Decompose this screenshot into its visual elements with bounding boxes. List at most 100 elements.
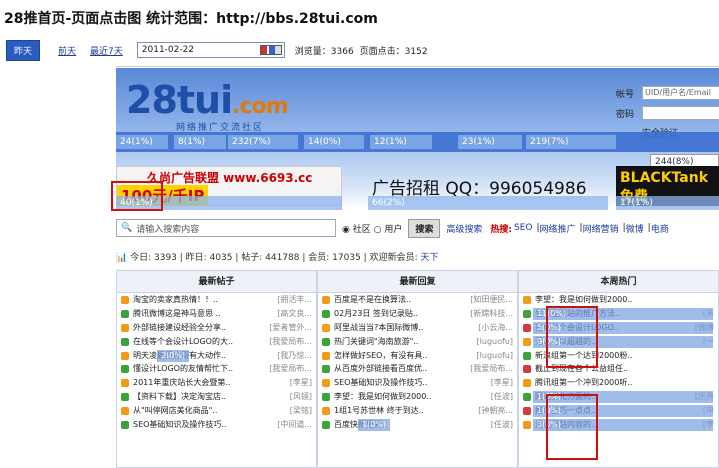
topic-icon bbox=[523, 295, 531, 304]
topic-title[interactable]: 2011年重庆站长大会暨第.. bbox=[133, 376, 290, 390]
topic-icon bbox=[322, 337, 330, 346]
topic-icon bbox=[121, 365, 129, 374]
list-item[interactable]: 腾讯微博这是神马意思 .. [高文良... bbox=[117, 307, 316, 321]
topic-title[interactable]: 热门关键词"海南旅游".. bbox=[334, 335, 477, 349]
list-item[interactable]: 阿里战当当?本国际微博.. [小云海... bbox=[318, 321, 517, 335]
topic-title[interactable]: 淘宝的卖家真热情！！.. bbox=[133, 293, 277, 307]
topic-title[interactable]: 腾讯微博这是神马意思 .. bbox=[133, 307, 277, 321]
password-input[interactable] bbox=[642, 106, 719, 120]
search-input[interactable]: 🔍 请输入搜索内容 bbox=[116, 219, 336, 237]
topic-author[interactable]: [我乃惊... bbox=[277, 349, 312, 363]
column-title: 本周热门 bbox=[519, 271, 718, 293]
scope-user-radio[interactable]: ○ 用户 bbox=[374, 222, 403, 235]
topic-title[interactable]: 怎样做好SEO，有没有具.. bbox=[334, 349, 477, 363]
topic-title[interactable]: 02月23日 签到记录贴.. bbox=[334, 307, 470, 321]
topic-author[interactable]: [李星] bbox=[491, 376, 513, 390]
list-item[interactable]: 怎样做好SEO，有没有具.. [luguofu] bbox=[318, 349, 517, 363]
date-picker[interactable]: 2011-02-22 bbox=[136, 42, 285, 58]
account-input[interactable]: UID/用户名/Email bbox=[642, 86, 719, 100]
list-item[interactable]: 百度快照更新..[任波]1(0%) bbox=[318, 418, 517, 432]
topic-title[interactable]: 1组1号苏世林 终于到达.. bbox=[334, 404, 478, 418]
topic-title[interactable]: SEO基础知识及操作技巧.. bbox=[334, 376, 491, 390]
topic-author[interactable]: [我爱局布... bbox=[269, 362, 312, 376]
topic-author[interactable]: [风镜] bbox=[290, 390, 312, 404]
topic-title[interactable]: 百度是不是在换算法.. bbox=[334, 293, 470, 307]
topic-icon bbox=[523, 309, 531, 318]
list-item[interactable]: 明天凌晨百度哥有大动作..[我乃惊... 2(0%) bbox=[117, 349, 316, 363]
topic-author[interactable]: [luguofu] bbox=[477, 335, 513, 349]
topic-author[interactable]: [我爱局布... bbox=[470, 362, 513, 376]
hot-item[interactable]: SEO bbox=[514, 223, 532, 233]
topic-title[interactable]: 李望：我是如何做到2000.. bbox=[535, 293, 714, 307]
topic-author[interactable]: [任波] bbox=[491, 390, 513, 404]
topic-author[interactable]: [爱者管外... bbox=[269, 321, 312, 335]
topic-author[interactable]: [新嫦科技... bbox=[470, 307, 513, 321]
topic-author[interactable]: [我爱局布... bbox=[269, 335, 312, 349]
topic-title[interactable]: 阿里战当当?本国际微博.. bbox=[334, 321, 478, 335]
list-item[interactable]: 外部链接建设经验全分享.. [爱者管外... bbox=[117, 321, 316, 335]
topic-author[interactable]: [知田便民... bbox=[470, 293, 513, 307]
topic-title[interactable]: SEO基础知识及操作技巧.. bbox=[133, 418, 277, 432]
topic-author[interactable]: [李星] bbox=[290, 376, 312, 390]
topic-title[interactable]: 在线等个会设计LOGO的大.. bbox=[133, 335, 269, 349]
search-button[interactable]: 搜索 bbox=[408, 218, 441, 238]
topic-author[interactable]: [luguofu] bbox=[477, 349, 513, 363]
password-label: 密码 bbox=[616, 109, 635, 120]
list-item[interactable]: 1组1号苏世林 终于到达.. [钟朝亮... bbox=[318, 404, 517, 418]
list-item[interactable]: 2011年重庆站长大会暨第.. [李星] bbox=[117, 376, 316, 390]
topic-author[interactable]: [拥活丰... bbox=[277, 293, 312, 307]
list-item[interactable]: 从百度外部链接看百度优.. [我爱局布... bbox=[318, 362, 517, 376]
topic-title[interactable]: 懂设计LOGO的友情帮忙下.. bbox=[133, 362, 269, 376]
list-item[interactable]: 从"叫停网店美化商品".. [梁铭] bbox=[117, 404, 316, 418]
topic-icon bbox=[121, 393, 129, 402]
topic-icon bbox=[121, 407, 129, 416]
topic-title[interactable]: 腾讯组第一个冲到2000听.. bbox=[535, 376, 714, 390]
list-item[interactable]: SEO基础知识及操作技巧.. [李星] bbox=[318, 376, 517, 390]
topic-title[interactable]: 明天凌晨百度哥有大动作.. bbox=[133, 349, 277, 363]
calendar-icon[interactable] bbox=[259, 45, 282, 55]
list-item[interactable]: 淘宝的卖家真热情！！.. [拥活丰... bbox=[117, 293, 316, 307]
topic-title[interactable]: 【资料下载】决定淘宝店.. bbox=[133, 390, 290, 404]
day-before-link[interactable]: 前天 bbox=[58, 44, 76, 57]
hot-search-label: 热搜: bbox=[490, 224, 512, 235]
topic-author[interactable]: [高文良... bbox=[277, 307, 312, 321]
topic-title[interactable]: 从"叫停网店美化商品".. bbox=[133, 404, 290, 418]
last-7-days-link[interactable]: 最近7天 bbox=[90, 44, 123, 57]
nav-heat-3: 232(7%) bbox=[228, 135, 298, 149]
list-item[interactable]: 在线等个会设计LOGO的大.. [我爱局布... bbox=[117, 335, 316, 349]
hot-item[interactable]: 微博 bbox=[626, 222, 644, 235]
topic-title[interactable]: 外部链接建设经验全分享.. bbox=[133, 321, 269, 335]
topic-icon bbox=[322, 309, 330, 318]
list-item[interactable]: 【资料下载】决定淘宝店.. [风镜] bbox=[117, 390, 316, 404]
scope-forum-radio[interactable]: ◉ 社区 bbox=[342, 222, 371, 235]
topic-author[interactable]: [钟朝亮... bbox=[478, 404, 513, 418]
site-logo[interactable]: 28tui.com bbox=[126, 78, 289, 122]
list-item[interactable]: 腾讯组第一个冲到2000听.. bbox=[519, 376, 718, 390]
hot-item[interactable]: 网络推广 bbox=[540, 222, 576, 235]
highlight-box bbox=[111, 181, 163, 211]
advanced-search-link[interactable]: 高级搜索 bbox=[446, 222, 482, 235]
topic-author[interactable]: [任波] bbox=[491, 418, 513, 432]
list-item[interactable]: 02月23日 签到记录贴.. [新嫦科技... bbox=[318, 307, 517, 321]
list-item[interactable]: 百度是不是在换算法.. [知田便民... bbox=[318, 293, 517, 307]
list-item[interactable]: 李望：我是如何做到2000.. bbox=[519, 293, 718, 307]
topic-icon bbox=[322, 351, 330, 360]
list-item[interactable]: 懂设计LOGO的友情帮忙下.. [我爱局布... bbox=[117, 362, 316, 376]
yesterday-button[interactable]: 昨天 bbox=[6, 39, 41, 61]
topic-title[interactable]: 李望：我是如何做到2000.. bbox=[334, 390, 491, 404]
hot-item[interactable]: 电商 bbox=[651, 222, 669, 235]
ad-heat-2: 66(2%) bbox=[368, 196, 608, 210]
topic-author[interactable]: [小云海... bbox=[478, 321, 513, 335]
topic-title[interactable]: 从百度外部链接看百度优.. bbox=[334, 362, 470, 376]
topic-author[interactable]: [中间道... bbox=[277, 418, 312, 432]
topic-icon bbox=[523, 393, 531, 402]
list-item[interactable]: 热门关键词"海南旅游".. [luguofu] bbox=[318, 335, 517, 349]
highlight-box bbox=[546, 306, 598, 368]
newest-member-link[interactable]: 天下 bbox=[420, 253, 438, 263]
list-item[interactable]: 李望：我是如何做到2000.. [任波] bbox=[318, 390, 517, 404]
list-item[interactable]: SEO基础知识及操作技巧.. [中间道... bbox=[117, 418, 316, 432]
topic-author[interactable]: [梁铭] bbox=[290, 404, 312, 418]
topic-icon bbox=[322, 379, 330, 388]
nav-heat-4: 14(0%) bbox=[304, 135, 364, 149]
hot-item[interactable]: 网络营销 bbox=[583, 222, 619, 235]
